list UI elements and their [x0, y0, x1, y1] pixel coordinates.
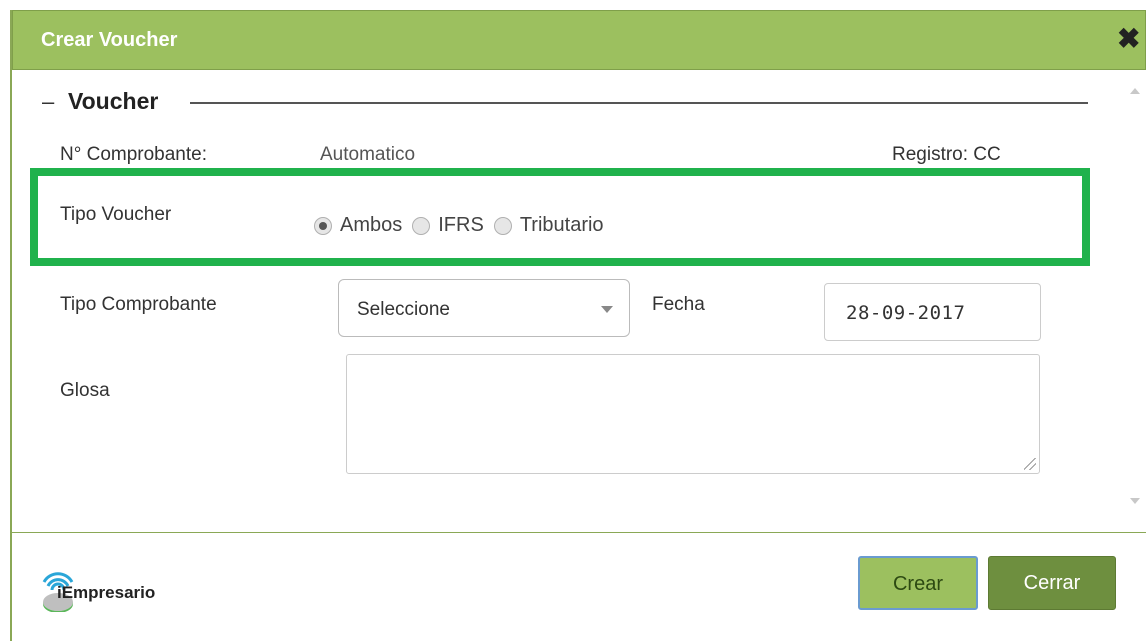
scroll-up-icon[interactable] [1130, 88, 1140, 94]
chevron-down-icon [601, 306, 613, 313]
radio-ifrs[interactable]: IFRS [412, 214, 484, 237]
scroll-down-icon[interactable] [1130, 498, 1140, 504]
dialog-titlebar: Crear Voucher ✖ [12, 10, 1146, 70]
registro-label: Registro: CC [892, 144, 1001, 165]
radio-ambos-input[interactable] [314, 216, 332, 235]
crear-voucher-dialog: Crear Voucher ✖ – Voucher N° Comprobante… [10, 10, 1146, 641]
radio-tributario[interactable]: Tributario [493, 214, 604, 237]
comprobante-label: N° Comprobante: [60, 144, 207, 165]
radio-ambos[interactable]: Ambos [314, 214, 402, 237]
tipo-comprobante-selected: Seleccione [357, 299, 450, 320]
crear-button[interactable]: Crear [858, 556, 978, 610]
glosa-textarea[interactable] [346, 354, 1040, 474]
vertical-scrollbar[interactable] [1126, 80, 1144, 520]
resize-grip-icon[interactable] [1024, 458, 1036, 470]
fecha-value: 28-09-2017 [846, 302, 966, 324]
tipo-comprobante-label: Tipo Comprobante [60, 294, 217, 315]
logo-text: iEmpresario [57, 583, 156, 602]
section-legend: Voucher [68, 88, 159, 114]
tipo-comprobante-select[interactable]: Seleccione [338, 279, 630, 337]
fecha-label: Fecha [652, 294, 705, 315]
cerrar-button[interactable]: Cerrar [988, 556, 1116, 610]
radio-ifrs-label[interactable]: IFRS [438, 214, 484, 237]
fecha-input[interactable]: 28-09-2017 [824, 283, 1041, 341]
radio-tributario-label[interactable]: Tributario [520, 214, 604, 237]
radio-tributario-input[interactable] [493, 216, 512, 235]
legend-divider [190, 102, 1088, 104]
tipo-voucher-radio-group: Ambos IFRS Tributario [314, 214, 614, 237]
comprobante-value: Automatico [320, 144, 416, 165]
radio-ambos-label[interactable]: Ambos [340, 214, 402, 237]
close-icon[interactable]: ✖ [1117, 24, 1140, 54]
legend-collapse-icon[interactable]: – [42, 89, 54, 115]
footer-divider [12, 532, 1146, 533]
glosa-label: Glosa [60, 380, 110, 401]
iempresario-logo: iEmpresario [38, 568, 208, 612]
radio-ifrs-input[interactable] [412, 216, 431, 235]
dialog-title: Crear Voucher [41, 29, 178, 51]
tipo-voucher-label: Tipo Voucher [60, 204, 172, 225]
